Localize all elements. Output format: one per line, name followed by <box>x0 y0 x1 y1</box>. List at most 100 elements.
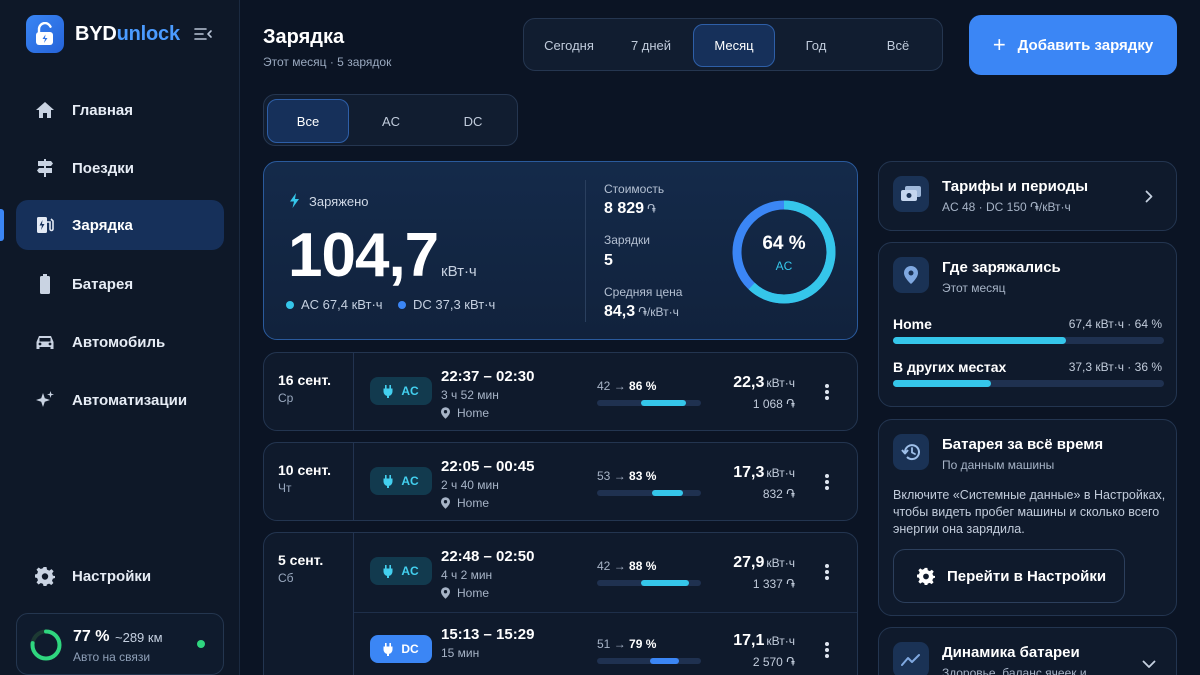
system-data-hint: Включите «Системные данные» в Настройках… <box>893 488 1166 536</box>
charged-label: Заряжено <box>309 194 369 209</box>
more-options-icon[interactable] <box>819 639 835 661</box>
sidebar-item-battery[interactable]: Батарея <box>16 259 224 309</box>
plug-icon <box>383 642 393 656</box>
session-location: Home <box>441 586 489 600</box>
period-month[interactable]: Месяц <box>693 24 775 67</box>
car-status-widget[interactable]: 77 % ~289 км Авто на связи <box>16 613 224 675</box>
tariff-icon <box>893 176 929 212</box>
sidebar-item-label: Настройки <box>72 567 152 585</box>
sidebar-item-car[interactable]: Автомобиль <box>16 317 224 367</box>
charging-summary-card: Заряжено 104,7 кВт·ч AC 67,4 кВт·ч DC 37… <box>263 161 858 340</box>
tariffs-subtitle: AC 48 · DC 150 ֏/кВт·ч <box>942 200 1071 214</box>
session-energy: 17,1 кВт·ч <box>733 632 795 649</box>
battery-dynamics-panel[interactable]: Динамика батареи Здоровье, баланс ячеек … <box>878 627 1177 675</box>
soc-to: 88 % <box>629 559 657 573</box>
go-to-settings-button[interactable]: Перейти в Настройки <box>893 549 1125 603</box>
plug-icon <box>383 564 393 578</box>
charge-type-badge: AC <box>370 557 432 585</box>
car-icon <box>35 332 55 352</box>
locations-panel: Где заряжались Этот месяц Home 67,4 кВт·… <box>878 242 1177 407</box>
collapse-sidebar-icon[interactable] <box>193 26 213 42</box>
soc-bar-fill <box>650 658 679 664</box>
add-charging-button[interactable]: + Добавить зарядку <box>969 15 1177 75</box>
app-logo[interactable]: BYDunlock <box>26 15 180 53</box>
day-weekday: Ср <box>278 391 294 405</box>
battery-all-time-subtitle: По данным машины <box>942 458 1055 472</box>
total-energy-unit: кВт·ч <box>441 263 477 280</box>
plug-icon <box>383 384 393 398</box>
location-name: В других местах <box>893 359 1007 375</box>
charge-type-label: AC <box>401 474 419 488</box>
session-duration: 3 ч 52 мин <box>441 388 499 402</box>
soc-from: 42 <box>597 379 611 393</box>
active-indicator <box>0 209 4 241</box>
charge-type-badge: AC <box>370 467 432 495</box>
battery-all-time-panel: Батарея за всё время По данным машины Вк… <box>878 419 1177 616</box>
sidebar-item-label: Батарея <box>72 275 134 293</box>
filter-all[interactable]: Все <box>267 99 349 143</box>
avg-price-label: Средняя цена <box>604 285 683 299</box>
sidebar-item-label: Главная <box>72 101 134 119</box>
period-7-days[interactable]: 7 дней <box>610 24 692 67</box>
sidebar-item-settings[interactable]: Настройки <box>16 551 224 601</box>
battery-ring-icon <box>30 629 62 661</box>
location-value: 67,4 кВт·ч · 64 % <box>1068 317 1162 331</box>
session-cost: 1 337 ֏ <box>752 577 795 591</box>
arrow-right-icon: → <box>613 637 626 651</box>
chevron-down-icon <box>1142 660 1156 668</box>
donut-percent: 64 % <box>762 233 806 254</box>
sidebar-item-charging[interactable]: Зарядка <box>16 200 224 250</box>
session-location-label: Home <box>457 406 490 420</box>
filter-ac[interactable]: AC <box>350 99 432 143</box>
session-location-label: Home <box>457 496 490 510</box>
tariffs-title: Тарифы и периоды <box>942 178 1089 195</box>
day-card: 5 сент. Сб AC 22:48 – 02:50 4 ч 2 мин Home 4… <box>263 532 858 675</box>
home-icon <box>35 100 55 120</box>
tariffs-panel[interactable]: Тарифы и периоды AC 48 · DC 150 ֏/кВт·ч <box>878 161 1177 231</box>
more-options-icon[interactable] <box>819 381 835 403</box>
soc-change: 53 → 83 % <box>597 469 656 483</box>
charging-session[interactable]: AC 22:37 – 02:30 3 ч 52 мин Home 42 → 86 % 22… <box>354 353 857 430</box>
sidebar-item-home[interactable]: Главная <box>16 85 224 135</box>
plug-icon <box>383 474 393 488</box>
period-today[interactable]: Сегодня <box>528 24 610 67</box>
location-bar-fill <box>893 380 991 387</box>
count-value: 5 <box>604 252 613 269</box>
filter-dc[interactable]: DC <box>432 99 514 143</box>
charging-session[interactable]: AC 22:48 – 02:50 4 ч 2 мин Home 42 → 88 % 27,… <box>354 533 857 623</box>
total-energy: 104,7 <box>288 221 439 290</box>
charge-type-badge: AC <box>370 377 432 405</box>
connection-status: Авто на связи <box>73 650 151 664</box>
location-name: Home <box>893 316 932 332</box>
more-options-icon[interactable] <box>819 471 835 493</box>
arrow-right-icon: → <box>613 559 626 573</box>
page-subtitle: Этот месяц · 5 зарядок <box>263 55 392 69</box>
period-all[interactable]: Всё <box>857 24 939 67</box>
session-cost: 1 068 ֏ <box>752 397 795 411</box>
charging-session[interactable]: AC 22:05 – 00:45 2 ч 40 мин Home 53 → 83 % 17… <box>354 443 857 520</box>
history-icon <box>893 434 929 470</box>
sparkle-icon <box>35 390 55 410</box>
charge-type-label: AC <box>401 564 419 578</box>
soc-change: 42 → 88 % <box>597 559 656 573</box>
charging-session[interactable]: DC 15:13 – 15:29 15 мин 51 → 79 % 17,1 кВт·ч 2… <box>354 611 857 675</box>
period-year[interactable]: Год <box>775 24 857 67</box>
sidebar-item-label: Зарядка <box>72 216 133 234</box>
more-options-icon[interactable] <box>819 561 835 583</box>
cost-value: 8 829 ֏ <box>604 200 656 217</box>
page-title: Зарядка <box>263 26 345 48</box>
battery-dynamics-title: Динамика батареи <box>942 644 1080 661</box>
day-weekday: Сб <box>278 571 294 585</box>
session-location: Home <box>441 406 489 420</box>
donut-label: AC <box>775 259 793 273</box>
sidebar-item-trips[interactable]: Поездки <box>16 143 224 193</box>
session-duration: 4 ч 2 мин <box>441 568 493 582</box>
soc-to: 79 % <box>629 637 657 651</box>
session-time: 15:13 – 15:29 <box>441 626 535 643</box>
sidebar-item-automations[interactable]: Автоматизации <box>16 375 224 425</box>
battery-icon <box>35 274 55 294</box>
soc-bar <box>597 580 701 586</box>
chevron-right-icon <box>1145 190 1153 203</box>
session-cost: 832 ֏ <box>762 487 795 501</box>
session-time: 22:05 – 00:45 <box>441 458 535 475</box>
